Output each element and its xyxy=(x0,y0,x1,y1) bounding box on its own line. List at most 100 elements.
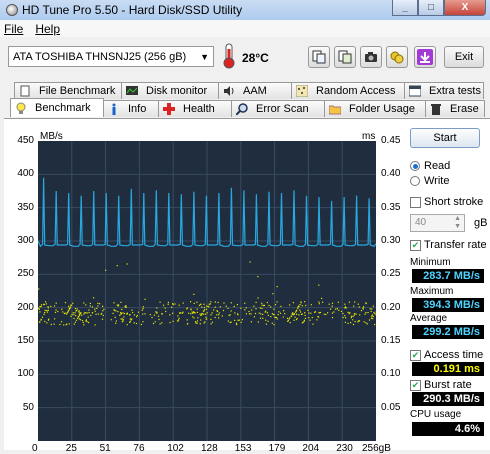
access-time-point xyxy=(216,310,219,312)
access-time-point xyxy=(305,304,307,307)
folder-icon xyxy=(329,105,341,115)
tab-aam[interactable]: AAM xyxy=(218,82,292,99)
access-time-point xyxy=(195,322,197,324)
access-time-point xyxy=(39,306,41,308)
access-time-point xyxy=(53,305,56,307)
access-time-point xyxy=(122,312,124,314)
access-time-point xyxy=(126,324,128,326)
access-time-point xyxy=(190,313,192,315)
read-radio[interactable]: Read xyxy=(410,160,450,172)
access-time-point xyxy=(213,309,215,311)
access-time-point xyxy=(338,309,340,311)
access-time-point xyxy=(330,308,332,310)
access-time-point xyxy=(72,312,74,314)
drive-select[interactable]: ATA TOSHIBA THNSNJ25 (256 gB) ▼ xyxy=(8,46,214,67)
access-time-point xyxy=(293,313,295,315)
access-time-point xyxy=(259,317,262,319)
tab-file-benchmark[interactable]: File Benchmark xyxy=(14,82,122,99)
access-time-point xyxy=(129,318,131,320)
access-time-point xyxy=(203,322,205,324)
access-time-point xyxy=(342,316,344,319)
access-time-point xyxy=(344,303,346,305)
access-time-point xyxy=(276,286,278,288)
tab-folder-usage[interactable]: Folder Usage xyxy=(324,100,426,117)
access-time-point xyxy=(373,311,375,314)
access-time-point xyxy=(241,319,243,321)
menu-help[interactable]: Help xyxy=(35,22,60,36)
access-time-point xyxy=(358,306,360,308)
access-time-point xyxy=(357,320,360,322)
tab-info[interactable]: Info xyxy=(103,100,159,117)
access-time-point xyxy=(264,311,266,313)
maximize-button[interactable]: □ xyxy=(418,0,444,16)
transfer-rate-checkbox[interactable]: ✔ Transfer rate xyxy=(410,239,487,251)
tab-erase[interactable]: Erase xyxy=(425,100,485,117)
close-button[interactable]: X xyxy=(444,0,486,16)
access-time-point xyxy=(333,311,335,313)
access-time-point xyxy=(200,314,202,316)
save-button[interactable] xyxy=(414,46,436,68)
menu-file[interactable]: File xyxy=(4,22,23,36)
copy-info-button[interactable] xyxy=(308,46,330,68)
access-time-point xyxy=(367,312,369,314)
short-stroke-box xyxy=(410,196,421,208)
tab-error-scan[interactable]: Error Scan xyxy=(231,100,325,117)
minimize-button[interactable]: _ xyxy=(392,0,418,16)
access-time-point xyxy=(366,323,368,325)
access-time-point xyxy=(250,321,252,323)
access-time-point xyxy=(248,310,250,313)
access-time-point xyxy=(227,320,229,322)
tab-benchmark[interactable]: Benchmark xyxy=(10,98,104,117)
access-time-point xyxy=(164,307,166,309)
access-time-point xyxy=(142,313,144,315)
access-time-point xyxy=(273,324,275,326)
exit-button[interactable]: Exit xyxy=(444,46,484,68)
access-time-point xyxy=(142,306,144,308)
access-time-point xyxy=(274,316,276,318)
stroke-size-input[interactable]: 40 ▲ ▼ xyxy=(410,214,465,232)
access-time-point xyxy=(101,318,104,320)
copy-icon xyxy=(312,50,326,64)
access-time-point xyxy=(318,301,320,303)
access-time-point xyxy=(133,322,135,324)
copy-all-button[interactable] xyxy=(334,46,356,68)
access-time-point xyxy=(292,302,294,304)
access-time-point xyxy=(205,308,207,310)
screenshot-button[interactable] xyxy=(360,46,382,68)
access-time-point xyxy=(81,314,83,316)
y-right-tick: 0.05 xyxy=(381,401,401,413)
access-time-point xyxy=(340,310,343,312)
options-button[interactable] xyxy=(386,46,408,68)
access-time-point xyxy=(133,314,136,316)
access-time-point xyxy=(299,309,301,311)
tab-health[interactable]: Health xyxy=(158,100,232,117)
short-stroke-checkbox[interactable]: Short stroke xyxy=(410,196,483,208)
access-time-point xyxy=(230,310,232,312)
access-time-point xyxy=(149,314,151,316)
tab-extra-tests[interactable]: Extra tests xyxy=(404,82,484,99)
access-time-point xyxy=(196,320,199,322)
start-button[interactable]: Start xyxy=(410,128,480,148)
tab-disk-monitor[interactable]: Disk monitor xyxy=(121,82,219,99)
access-time-point xyxy=(276,301,278,303)
access-time-point xyxy=(210,318,212,320)
access-time-point xyxy=(208,306,210,308)
tab-random-access[interactable]: Random Access xyxy=(291,82,405,99)
access-time-point xyxy=(94,308,96,310)
access-time-point xyxy=(289,317,291,319)
access-time-point xyxy=(78,315,80,318)
access-time-point xyxy=(131,318,133,320)
access-time-point xyxy=(162,304,165,306)
access-time-point xyxy=(43,313,45,315)
access-time-point xyxy=(59,323,61,326)
access-time-point xyxy=(349,312,351,314)
access-time-point xyxy=(193,293,195,295)
access-time-point xyxy=(125,305,127,307)
access-time-point xyxy=(210,323,212,325)
burst-rate-checkbox[interactable]: ✔ Burst rate xyxy=(410,379,472,391)
access-time-checkbox[interactable]: ✔ Access time xyxy=(410,349,483,361)
access-time-point xyxy=(308,317,310,319)
access-time-point xyxy=(46,322,48,324)
x-tick: 230 xyxy=(336,443,353,454)
write-radio[interactable]: Write xyxy=(410,175,449,187)
